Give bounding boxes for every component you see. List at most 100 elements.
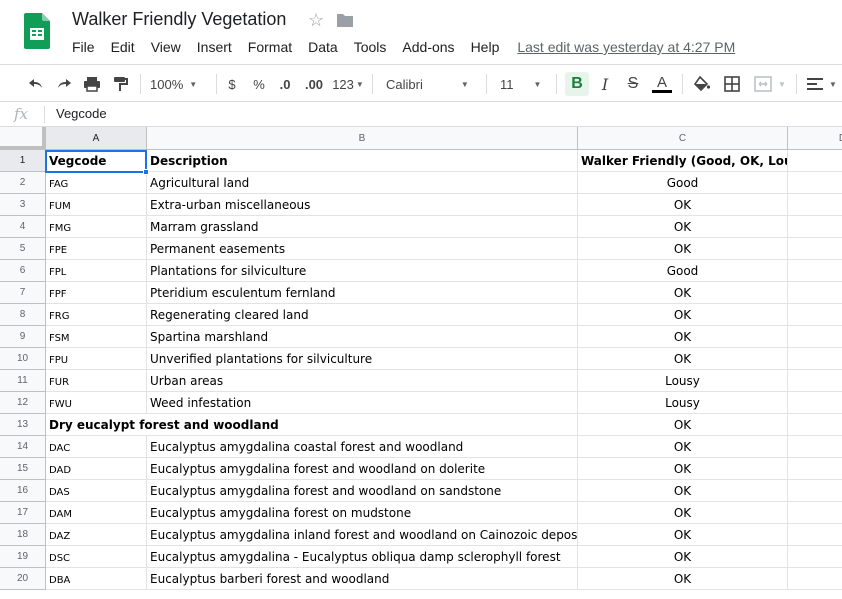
row-header[interactable]: 2 <box>0 172 46 194</box>
cell-vegcode[interactable]: DAM <box>46 502 147 524</box>
cell-vegcode[interactable]: DBA <box>46 568 147 590</box>
text-color-button[interactable]: A <box>650 72 674 96</box>
cell-empty[interactable] <box>788 524 842 546</box>
cell-vegcode[interactable]: DAC <box>46 436 147 458</box>
cell-empty[interactable] <box>788 568 842 590</box>
cell-empty[interactable] <box>788 238 842 260</box>
menu-help[interactable]: Help <box>463 39 508 55</box>
menu-tools[interactable]: Tools <box>346 39 395 55</box>
cell-walker-friendly[interactable]: Lousy <box>578 392 788 414</box>
star-icon[interactable]: ☆ <box>308 10 324 31</box>
cell-walker-friendly[interactable]: OK <box>578 458 788 480</box>
undo-icon[interactable] <box>24 72 48 96</box>
redo-icon[interactable] <box>52 72 76 96</box>
cell-vegcode[interactable]: FSM <box>46 326 147 348</box>
cell-vegcode[interactable]: DAZ <box>46 524 147 546</box>
cell-walker-friendly[interactable]: OK <box>578 524 788 546</box>
cell-walker-friendly[interactable]: OK <box>578 216 788 238</box>
last-edit-link[interactable]: Last edit was yesterday at 4:27 PM <box>517 39 735 55</box>
cell-walker-friendly[interactable]: Good <box>578 260 788 282</box>
cell-description[interactable]: Extra-urban miscellaneous <box>147 194 578 216</box>
currency-format-button[interactable]: $ <box>222 72 242 96</box>
select-all-corner[interactable] <box>0 127 46 150</box>
cell-description[interactable]: Agricultural land <box>147 172 578 194</box>
print-icon[interactable] <box>80 72 104 96</box>
cell-description[interactable]: Urban areas <box>147 370 578 392</box>
cell-vegcode[interactable]: FPU <box>46 348 147 370</box>
row-header[interactable]: 4 <box>0 216 46 238</box>
row-header[interactable]: 11 <box>0 370 46 392</box>
menu-edit[interactable]: Edit <box>103 39 143 55</box>
cell-empty[interactable] <box>788 304 842 326</box>
cell-vegcode[interactable]: FAG <box>46 172 147 194</box>
cell-walker-friendly[interactable]: OK <box>578 282 788 304</box>
row-header[interactable]: 18 <box>0 524 46 546</box>
menu-file[interactable]: File <box>64 39 103 55</box>
cell-walker-friendly[interactable]: OK <box>578 502 788 524</box>
cell-vegcode[interactable]: DAD <box>46 458 147 480</box>
cell-walker-friendly[interactable]: Good <box>578 172 788 194</box>
paint-format-icon[interactable] <box>108 72 132 96</box>
cell-description[interactable]: Eucalyptus amygdalina coastal forest and… <box>147 436 578 458</box>
row-header[interactable]: 8 <box>0 304 46 326</box>
cell-description[interactable]: Permanent easements <box>147 238 578 260</box>
menu-view[interactable]: View <box>143 39 189 55</box>
cell-description[interactable]: Pteridium esculentum fernland <box>147 282 578 304</box>
cell-empty[interactable] <box>788 326 842 348</box>
cell-walker-friendly[interactable]: OK <box>578 480 788 502</box>
cell-walker-friendly[interactable]: OK <box>578 194 788 216</box>
cell-empty[interactable] <box>788 414 842 436</box>
cell-vegcode[interactable]: FPE <box>46 238 147 260</box>
cell-vegcode[interactable]: FRG <box>46 304 147 326</box>
cell-description[interactable]: Marram grassland <box>147 216 578 238</box>
menu-addons[interactable]: Add-ons <box>394 39 462 55</box>
column-header-d[interactable]: D <box>788 127 842 150</box>
strikethrough-button[interactable]: S <box>622 72 644 96</box>
more-formats-select[interactable]: 123 ▼ <box>330 72 366 96</box>
cell-description[interactable]: Spartina marshland <box>147 326 578 348</box>
row-header[interactable]: 17 <box>0 502 46 524</box>
borders-icon[interactable] <box>720 72 744 96</box>
sheets-logo-icon[interactable] <box>24 13 50 49</box>
merge-cells-icon[interactable]: ▼ <box>750 72 790 96</box>
cell-empty[interactable] <box>788 502 842 524</box>
cell-vegcode[interactable]: DSC <box>46 546 147 568</box>
decrease-decimal-button[interactable]: .0 <box>274 72 296 96</box>
cell-walker-friendly[interactable]: OK <box>578 414 788 436</box>
row-header[interactable]: 3 <box>0 194 46 216</box>
cell-empty[interactable] <box>788 480 842 502</box>
cell-description[interactable]: Weed infestation <box>147 392 578 414</box>
cell-description[interactable]: Eucalyptus amygdalina forest on mudstone <box>147 502 578 524</box>
percent-format-button[interactable]: % <box>249 72 269 96</box>
cell-empty[interactable] <box>788 546 842 568</box>
column-header-b[interactable]: B <box>147 127 578 150</box>
cell-description[interactable]: Description <box>147 150 578 172</box>
cell-walker-friendly[interactable]: Lousy <box>578 370 788 392</box>
cell-description[interactable]: Regenerating cleared land <box>147 304 578 326</box>
document-title[interactable]: Walker Friendly Vegetation <box>72 9 286 30</box>
row-header[interactable]: 9 <box>0 326 46 348</box>
row-header[interactable]: 20 <box>0 568 46 590</box>
cell-description[interactable]: Eucalyptus amygdalina forest and woodlan… <box>147 458 578 480</box>
zoom-select[interactable]: 100% ▼ <box>150 72 208 96</box>
cell-walker-friendly[interactable]: OK <box>578 436 788 458</box>
cell-walker-friendly[interactable]: OK <box>578 546 788 568</box>
cell-empty[interactable] <box>788 458 842 480</box>
column-header-a[interactable]: A <box>46 127 147 150</box>
cell-vegcode[interactable]: Vegcode <box>46 150 147 172</box>
fill-color-icon[interactable] <box>690 72 714 96</box>
cell-vegcode[interactable]: FPF <box>46 282 147 304</box>
font-size-select[interactable]: 11 ▼ <box>500 72 550 96</box>
cell-walker-friendly[interactable]: OK <box>578 348 788 370</box>
cell-description[interactable]: Eucalyptus amygdalina forest and woodlan… <box>147 480 578 502</box>
cell-empty[interactable] <box>788 436 842 458</box>
increase-decimal-button[interactable]: .00 <box>302 72 326 96</box>
row-header[interactable]: 6 <box>0 260 46 282</box>
cell-vegcode[interactable]: FWU <box>46 392 147 414</box>
cell-empty[interactable] <box>788 370 842 392</box>
cell-walker-friendly[interactable]: OK <box>578 326 788 348</box>
row-header[interactable]: 16 <box>0 480 46 502</box>
row-header[interactable]: 1 <box>0 150 46 172</box>
row-header[interactable]: 15 <box>0 458 46 480</box>
folder-icon[interactable] <box>336 12 354 28</box>
